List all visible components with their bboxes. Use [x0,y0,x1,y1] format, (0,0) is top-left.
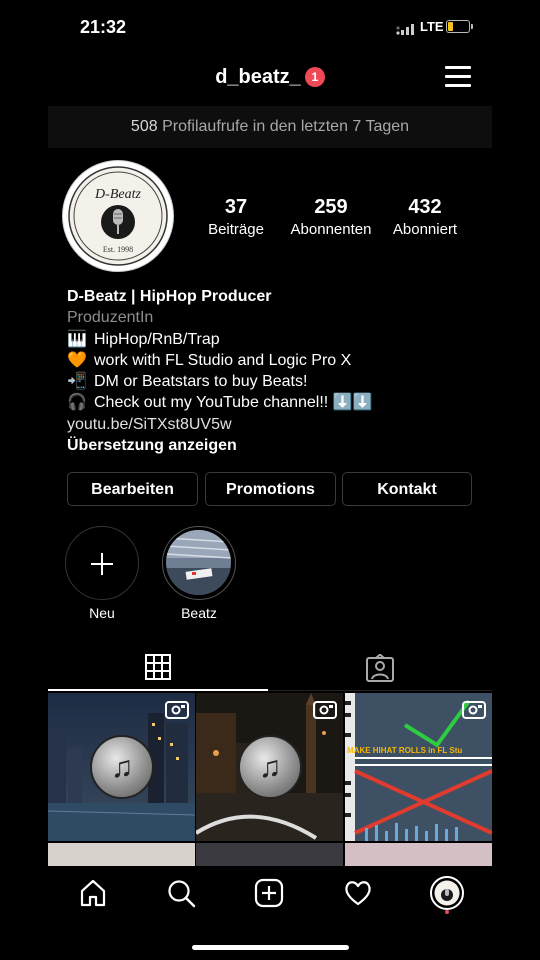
profile-bio: D-Beatz | HipHop Producer ProduzentIn 🎹 H… [67,286,477,456]
music-note-icon: ♫ [237,735,302,799]
tagged-person-icon[interactable] [366,653,394,687]
phone-emoji: 📲 [67,373,87,391]
bio-line-text: DM or Beatstars to buy Beats! [94,373,308,391]
headphones-emoji: 🎧 [67,394,87,412]
notification-dot [445,910,449,914]
profile-views-count: 508 [130,118,158,135]
home-indicator[interactable] [192,945,349,950]
profile-name: D-Beatz | HipHop Producer [67,288,272,305]
home-icon[interactable] [78,878,108,913]
video-icon [165,701,189,724]
stat-followers-label: Abonnenten [290,221,372,238]
new-post-icon[interactable] [254,878,284,913]
highlight-label: Neu [89,605,115,621]
username-text: d_beatz_ [215,66,301,88]
stat-posts-label: Beiträge [208,221,264,238]
bio-line-text: Check out my YouTube channel!! ⬇️⬇️ [94,394,373,412]
grid-icon[interactable] [145,654,171,685]
activity-heart-icon[interactable] [343,878,373,913]
avatar-brand-text: D-Beatz [94,187,141,202]
translate-link[interactable]: Übersetzung anzeigen [67,435,477,456]
bio-line-text: work with FL Studio and Logic Pro X [94,351,352,369]
svg-text:♫: ♫ [258,751,281,784]
battery-icon [446,20,470,33]
profile-views-text: Profilaufrufe in den letzten 7 Tagen [162,118,410,135]
edit-profile-button[interactable]: Bearbeiten [67,472,198,506]
bio-line-text: HipHop/RnB/Trap [94,330,220,348]
piano-emoji: 🎹 [67,330,87,348]
video-icon [462,701,486,724]
avatar-est-text: Est. 1998 [103,245,133,254]
orange-heart-emoji: 🧡 [67,351,87,369]
bio-line: 📲 DM or Beatstars to buy Beats! [67,371,477,392]
notification-badge: 1 [304,67,325,87]
avatar[interactable]: D-Beatz Est. 1998 [68,166,168,266]
signal-icon [396,22,416,40]
stat-following[interactable]: 432 Abonniert [377,196,473,238]
highlight-cover-image [166,530,231,595]
stat-posts[interactable]: 37 Beiträge [188,196,284,238]
promotions-button[interactable]: Promotions [205,472,336,506]
post-thumbnail[interactable]: ♫ [196,693,343,841]
bio-line: 🎹 HipHop/RnB/Trap [67,329,477,350]
stat-following-label: Abonniert [392,221,458,238]
plus-icon [91,553,113,575]
stat-following-value: 432 [408,196,442,218]
post-thumbnail[interactable]: MAKE HIHAT ROLLS in FL Stu [345,693,492,841]
video-icon [313,701,337,724]
profile-category: ProduzentIn [67,309,154,327]
new-highlight-button[interactable] [65,526,139,600]
hamburger-menu-icon[interactable] [445,66,471,90]
post-overlay-text: MAKE HIHAT ROLLS in FL Stu [347,746,462,755]
bio-line: 🧡 work with FL Studio and Logic Pro X [67,350,477,371]
bio-line: 🎧 Check out my YouTube channel!! ⬇️⬇️ [67,392,477,413]
stat-followers[interactable]: 259 Abonnenten [283,196,379,238]
contact-button[interactable]: Kontakt [342,472,472,506]
highlight-label: Beatz [181,605,217,621]
bio-link[interactable]: youtu.be/SiTXst8UV5w [67,414,477,435]
active-tab-indicator [48,689,268,691]
profile-username[interactable]: d_beatz_ 1 [48,66,492,89]
stat-posts-value: 37 [224,196,248,218]
post-thumbnail[interactable]: ♫ [48,693,195,841]
stat-followers-value: 259 [314,196,348,218]
network-type: LTE [420,19,444,34]
music-note-icon: ♫ [89,735,154,799]
highlight-beatz[interactable] [162,526,236,600]
battery-tip [471,24,473,29]
profile-screen: 21:32 LTE d_beatz_ 1 508 Profilaufrufe in… [48,0,492,960]
profile-views-banner[interactable]: 508 Profilaufrufe in den letzten 7 Tagen [48,106,492,148]
status-time: 21:32 [80,17,127,37]
svg-text:♫: ♫ [110,751,133,784]
search-icon[interactable] [166,878,196,913]
